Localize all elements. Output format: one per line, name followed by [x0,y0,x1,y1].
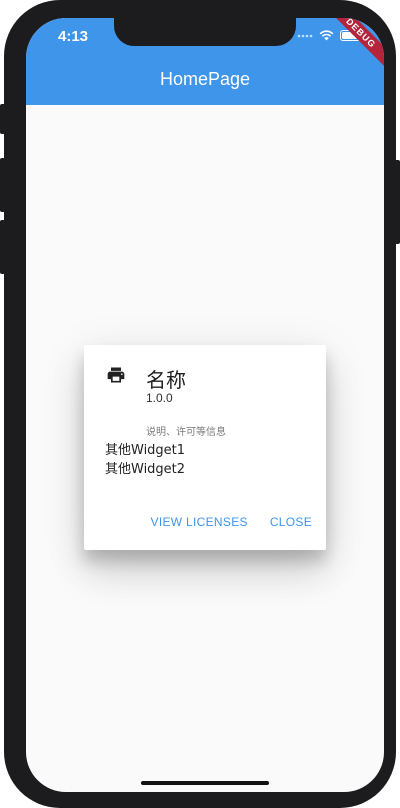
child-widget-2: 其他Widget2 [105,462,186,477]
page-title: HomePage [159,69,251,89]
notch [114,18,296,46]
app-bar: 4:13 HomePage [26,18,384,105]
dialog-actions: VIEW LICENSES CLOSE [151,515,312,529]
wifi-icon [319,30,334,41]
screen: 4:13 HomePage DEBUG 名称 1.0.0 说明、许可等信息 其他… [26,18,384,792]
volume-down-button [0,220,6,274]
status-time: 4:13 [58,28,89,45]
home-indicator[interactable] [141,781,269,785]
close-button[interactable]: CLOSE [270,515,312,529]
volume-up-button [0,158,6,212]
app-version: 1.0.0 [146,391,173,405]
view-licenses-button[interactable]: VIEW LICENSES [151,515,248,529]
print-icon [107,367,125,383]
phone-frame: 4:13 HomePage DEBUG 名称 1.0.0 说明、许可等信息 其他… [0,0,400,808]
about-dialog: 名称 1.0.0 说明、许可等信息 其他Widget1 其他Widget2 VI… [84,345,326,550]
app-name: 名称 [146,368,186,392]
signal-dots-icon [297,34,313,37]
silent-switch [0,104,6,134]
app-legalese: 说明、许可等信息 [146,427,226,438]
child-widget-1: 其他Widget1 [105,443,186,458]
power-button [394,160,400,244]
